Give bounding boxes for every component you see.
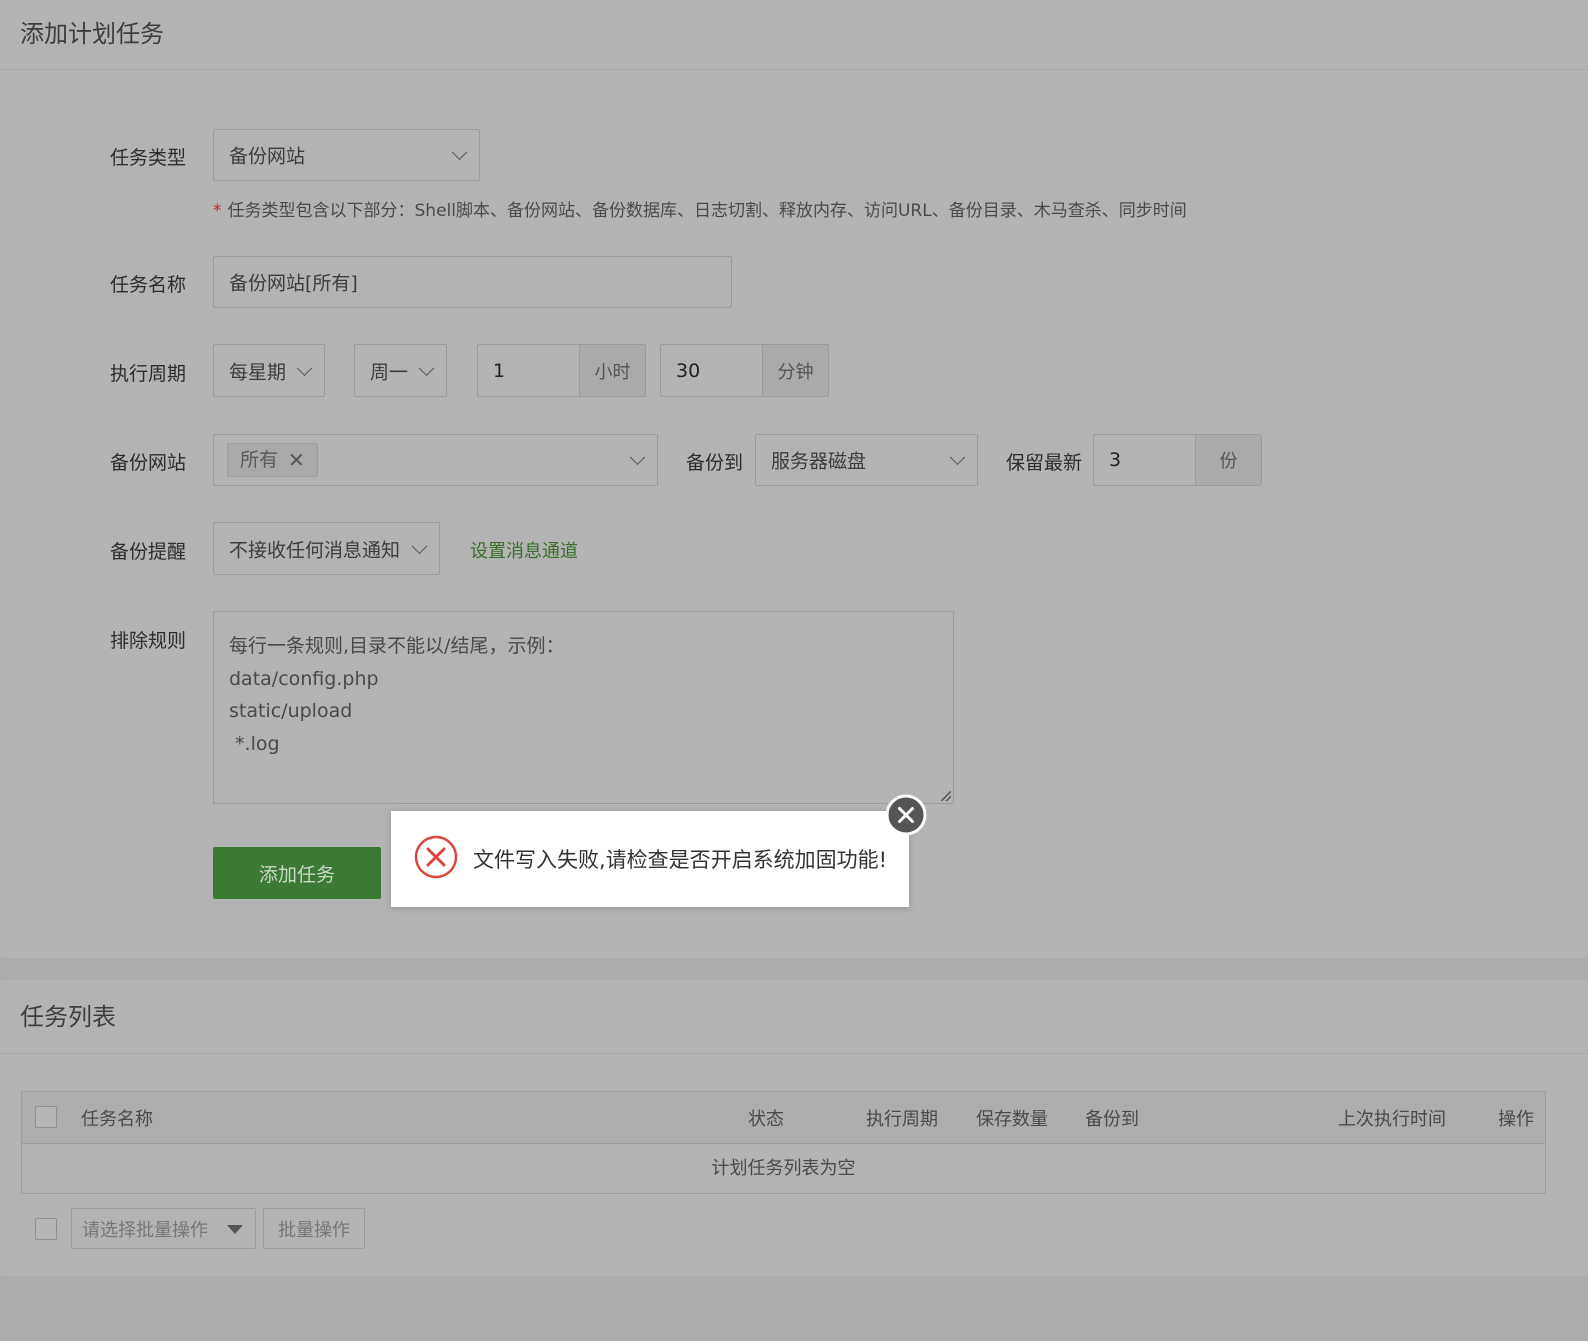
col-actions: 操作 [1498, 1108, 1534, 1130]
error-circle-icon [414, 835, 458, 879]
error-message: 文件写入失败,请检查是否开启系统加固功能! [473, 848, 888, 872]
minute-input[interactable]: 30 分钟 [660, 344, 829, 397]
minute-value: 30 [676, 359, 701, 382]
col-last-run[interactable]: 上次执行时间 [1338, 1105, 1446, 1131]
backup-site-label: 备份网站 [109, 452, 186, 474]
task-list-title: 任务列表 [0, 980, 1588, 1054]
empty-list-text: 计划任务列表为空 [711, 1158, 856, 1179]
notify-label: 备份提醒 [109, 541, 186, 563]
batch-select-placeholder: 请选择批量操作 [82, 1219, 208, 1241]
keep-latest-label: 保留最新 [1006, 452, 1083, 474]
backup-to-label: 备份到 [686, 452, 744, 474]
hour-unit: 小时 [579, 345, 645, 396]
chevron-down-icon [451, 144, 468, 161]
error-dialog: 文件写入失败,请检查是否开启系统加固功能! [391, 811, 909, 907]
notify-select[interactable]: 不接收任何消息通知 [213, 522, 440, 575]
table-header: 任务名称 状态 执行周期 保存数量 备份到 上次执行时间 操作 [22, 1092, 1545, 1144]
keep-latest-unit: 份 [1195, 435, 1261, 485]
add-task-button[interactable]: 添加任务 [213, 847, 381, 899]
period-value: 每星期 [229, 361, 287, 383]
col-task-name[interactable]: 任务名称 [81, 1105, 153, 1131]
col-backup-to[interactable]: 备份到 [1085, 1105, 1139, 1131]
weekday-select[interactable]: 周一 [354, 344, 447, 397]
backup-site-select[interactable]: 所有 ✕ [213, 434, 658, 486]
keep-latest-value: 3 [1109, 449, 1122, 471]
exclude-rules-textarea[interactable]: 每行一条规则,目录不能以/结尾，示例： data/config.php stat… [213, 611, 954, 804]
task-type-value: 备份网站 [229, 145, 306, 168]
backup-to-value: 服务器磁盘 [771, 450, 867, 473]
select-all-checkbox[interactable] [35, 1106, 57, 1128]
task-name-label: 任务名称 [109, 274, 186, 296]
minute-unit: 分钟 [762, 345, 828, 396]
batch-action-select[interactable]: 请选择批量操作 [71, 1208, 256, 1249]
exclude-label: 排除规则 [109, 630, 186, 652]
chevron-down-icon [949, 449, 966, 466]
batch-action-button[interactable]: 批量操作 [263, 1208, 365, 1249]
required-star: * [213, 201, 222, 221]
hint-text: 任务类型包含以下部分：Shell脚本、备份网站、备份数据库、日志切割、释放内存、… [227, 201, 1187, 221]
hour-value: 1 [493, 359, 506, 382]
chevron-down-icon [411, 537, 428, 554]
task-table: 任务名称 状态 执行周期 保存数量 备份到 上次执行时间 操作 计划任务列表为空 [21, 1091, 1546, 1194]
backup-to-select[interactable]: 服务器磁盘 [755, 434, 978, 486]
task-type-select[interactable]: 备份网站 [213, 129, 480, 181]
batch-checkbox[interactable] [35, 1218, 57, 1240]
keep-latest-input[interactable]: 3 份 [1093, 434, 1262, 486]
cycle-label: 执行周期 [109, 363, 186, 385]
caret-down-icon [227, 1225, 243, 1234]
task-type-hint: * 任务类型包含以下部分：Shell脚本、备份网站、备份数据库、日志切割、释放内存… [213, 196, 1187, 221]
col-status[interactable]: 状态 [748, 1105, 784, 1131]
task-type-label: 任务类型 [109, 147, 186, 169]
period-select[interactable]: 每星期 [213, 344, 325, 397]
chevron-down-icon [418, 359, 435, 376]
resize-handle[interactable] [941, 791, 953, 803]
chevron-down-icon [296, 359, 313, 376]
chevron-down-icon [629, 449, 646, 466]
tag-remove-icon[interactable]: ✕ [288, 444, 305, 476]
site-tag-label: 所有 [240, 449, 279, 471]
task-name-input[interactable]: 备份网站[所有] [213, 256, 732, 308]
hour-input[interactable]: 1 小时 [477, 344, 646, 397]
weekday-value: 周一 [370, 361, 409, 383]
close-icon[interactable] [885, 794, 927, 836]
notify-value: 不接收任何消息通知 [229, 539, 401, 561]
set-message-channel-link[interactable]: 设置消息通道 [470, 537, 578, 563]
task-name-value: 备份网站[所有] [229, 272, 358, 295]
site-tag: 所有 ✕ [227, 443, 318, 477]
col-keep-count[interactable]: 保存数量 [976, 1105, 1048, 1131]
col-cycle[interactable]: 执行周期 [866, 1105, 938, 1131]
add-task-title: 添加计划任务 [0, 0, 1588, 70]
